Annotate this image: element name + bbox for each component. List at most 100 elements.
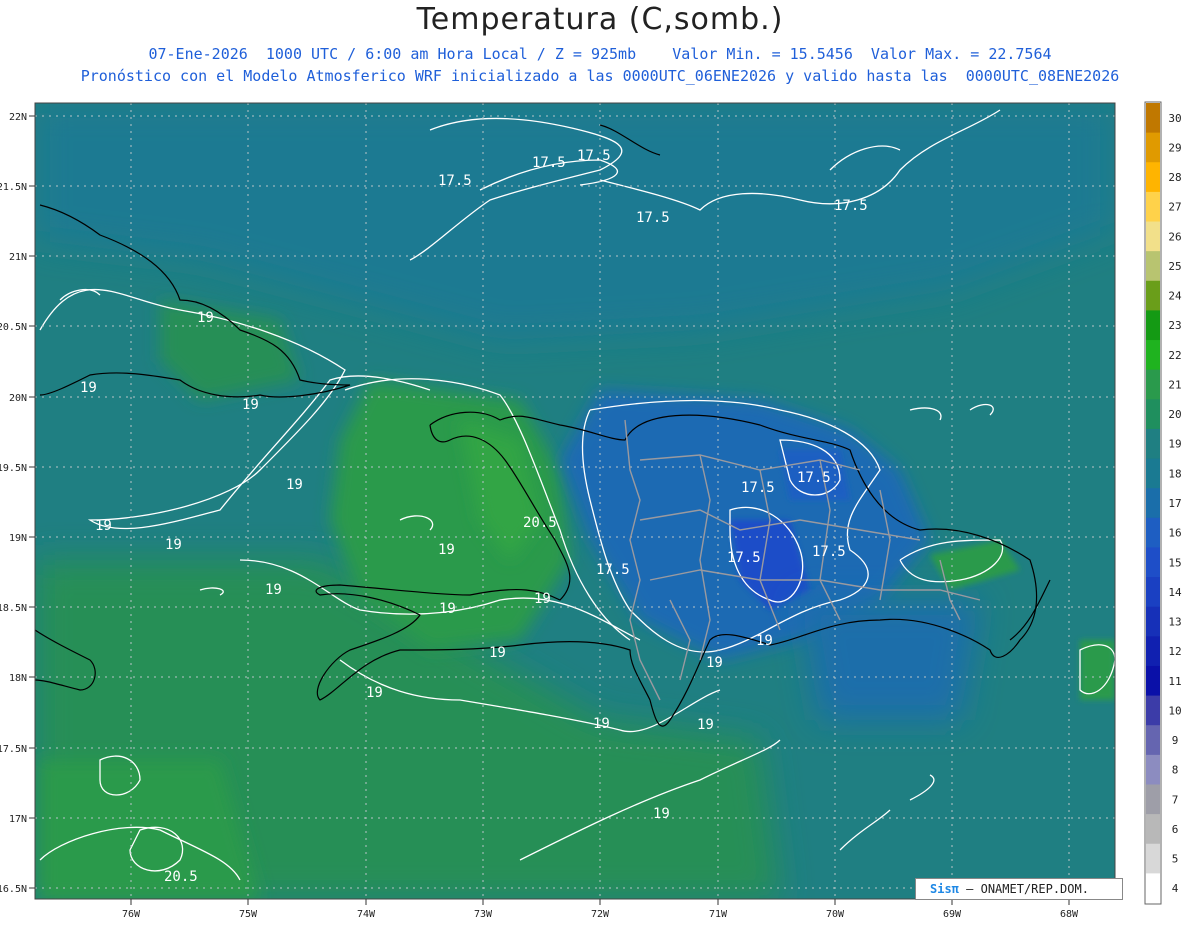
temperature-map: 17.5 17.5 17.5 17.5 17.5 19 19 19 19 19 …: [0, 101, 1182, 920]
color-bar-segment: [1146, 517, 1160, 549]
color-bar-segment: [1146, 310, 1160, 341]
lon-label: 73W: [474, 909, 493, 920]
color-bar-label: 12: [1168, 645, 1181, 658]
color-bar-legend: 30 29 28 27 26 25 24 23 22 21 20 19 18 17 16 15 14 13 12 11…: [1144, 101, 1182, 905]
contour-label: 17.5: [596, 562, 630, 578]
contour-label: 20.5: [523, 515, 557, 531]
contour-label: 19: [756, 633, 773, 649]
contour-label: 17.5: [797, 470, 831, 486]
latitude-axis: 22N 21.5N 21N 20.5N 20N 19.5N 19N 18.5N …: [0, 112, 35, 895]
contour-label: 17.5: [812, 544, 846, 560]
contour-label: 19: [653, 806, 670, 822]
lat-label: 22N: [9, 112, 27, 123]
contour-label: 17.5: [727, 550, 761, 566]
contour-label: 19: [534, 591, 551, 607]
caribbean-cool-tongue: [800, 600, 980, 720]
longitude-axis: 76W 75W 74W 73W 72W 71W 70W 69W 68W: [122, 899, 1079, 920]
color-bar-segment: [1146, 132, 1160, 163]
lat-label: 17.5N: [0, 744, 27, 755]
color-bar-segment: [1146, 547, 1160, 578]
color-bar-label: 19: [1168, 438, 1181, 451]
color-bar-segment: [1146, 280, 1160, 312]
color-bar-segment: [1146, 577, 1160, 608]
sispi-logo: Sisπ: [930, 882, 959, 896]
lon-label: 75W: [239, 909, 258, 920]
lon-label: 76W: [122, 909, 141, 920]
contour-label: 19: [165, 537, 182, 553]
lat-label: 16.5N: [0, 884, 27, 895]
color-bar-segment: [1146, 843, 1160, 874]
color-bar-label: 4: [1172, 882, 1179, 895]
color-bar-label: 5: [1172, 853, 1179, 866]
credit-text: – ONAMET/REP.DOM.: [966, 882, 1089, 896]
color-bar-label: 11: [1168, 675, 1181, 688]
color-bar-label: 23: [1168, 319, 1181, 332]
contour-label: 19: [286, 477, 303, 493]
color-bar-label: 28: [1168, 171, 1181, 184]
color-bar-label: 22: [1168, 349, 1181, 362]
color-bar-segment: [1146, 725, 1160, 756]
color-bar-label: 20: [1168, 408, 1181, 421]
color-bar-label: 14: [1168, 586, 1182, 599]
contour-label: 19: [366, 685, 383, 701]
color-bar-label: 13: [1168, 616, 1181, 629]
contour-label: 19: [593, 716, 610, 732]
color-bar-segment: [1146, 814, 1160, 845]
color-bar-label: 29: [1168, 141, 1181, 154]
color-bar-label: 15: [1168, 556, 1181, 569]
lon-label: 69W: [943, 909, 962, 920]
lat-label: 18.5N: [0, 603, 27, 614]
contour-label: 19: [265, 582, 282, 598]
color-bar-segment: [1146, 488, 1160, 519]
color-bar-segment: [1146, 695, 1160, 726]
lat-label: 17N: [9, 814, 27, 825]
color-bar-segment: [1146, 873, 1160, 904]
color-bar-segment: [1146, 221, 1160, 252]
contour-label: 19: [489, 645, 506, 661]
color-bar-label: 6: [1172, 823, 1179, 836]
contour-label: 17.5: [438, 173, 472, 189]
color-bar-label: 18: [1168, 467, 1181, 480]
contour-label: 17.5: [532, 155, 566, 171]
color-bar-label: 16: [1168, 527, 1181, 540]
color-bar-label: 24: [1168, 290, 1182, 303]
contour-label: 19: [438, 542, 455, 558]
color-bar-label: 10: [1168, 704, 1181, 717]
lat-label: 21.5N: [0, 182, 27, 193]
contour-label: 17.5: [636, 210, 670, 226]
color-bar-segment: [1146, 103, 1160, 134]
contour-label: 19: [197, 310, 214, 326]
color-bar-segment: [1146, 340, 1160, 371]
contour-label: 19: [242, 397, 259, 413]
color-bar-label: 7: [1172, 793, 1179, 806]
color-bar-label: 30: [1168, 112, 1181, 125]
color-bar-segment: [1146, 369, 1160, 400]
color-bar-label: 26: [1168, 230, 1181, 243]
color-bar-segment: [1146, 754, 1160, 786]
color-bar-segment: [1146, 162, 1160, 193]
contour-label: 19: [95, 518, 112, 534]
contour-label: 19: [706, 655, 723, 671]
color-bar-label: 27: [1168, 201, 1181, 214]
contour-label: 19: [439, 601, 456, 617]
contour-label: 17.5: [741, 480, 775, 496]
lon-label: 71W: [709, 909, 728, 920]
contour-label: 17.5: [834, 198, 868, 214]
color-bar-segment: [1146, 665, 1160, 697]
color-bar-label: 21: [1168, 378, 1181, 391]
contour-label: 19: [80, 380, 97, 396]
color-bar-segment: [1146, 251, 1160, 282]
color-bar-label: 25: [1168, 260, 1181, 273]
lat-label: 20.5N: [0, 322, 27, 333]
lat-label: 19.5N: [0, 463, 27, 474]
lon-label: 68W: [1060, 909, 1079, 920]
contour-label: 17.5: [577, 148, 611, 164]
color-bar-label: 8: [1172, 764, 1179, 777]
color-bar-segment: [1146, 606, 1160, 637]
lat-label: 20N: [9, 393, 27, 404]
shaded-field: 17.5 17.5 17.5 17.5 17.5 19 19 19 19 19 …: [35, 103, 1115, 899]
contour-label: 19: [697, 717, 714, 733]
credit-box: Sisπ – ONAMET/REP.DOM.: [915, 878, 1123, 900]
color-bar-label: 17: [1168, 497, 1181, 510]
contour-label: 20.5: [164, 869, 198, 885]
